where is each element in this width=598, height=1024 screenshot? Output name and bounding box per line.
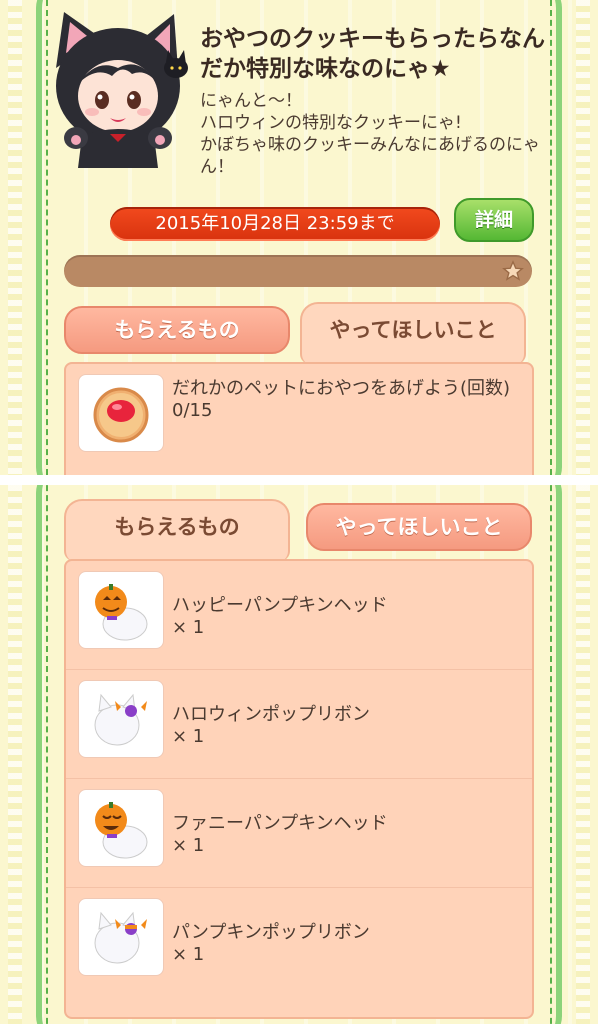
reward-name: ファニーパンプキンヘッド	[172, 813, 388, 834]
deadline-badge: 2015年10月28日 23:59まで	[110, 207, 440, 241]
bottom-tab-bar: もらえるもの やってほしいこと	[64, 499, 534, 561]
reward-thumbnail	[78, 571, 164, 649]
tab-tasks[interactable]: やってほしいこと	[306, 503, 532, 551]
task-list: だれかのペットにおやつをあげよう(回数) 0/15	[64, 362, 534, 475]
reward-name: パンプキンポップリボン	[172, 922, 370, 943]
side-stripe-left	[8, 485, 22, 1024]
reward-list: ハッピーパンプキンヘッド × 1 ハロウィンポップリボン × 1 ファニーパンプ…	[64, 559, 534, 1019]
tab-rewards[interactable]: もらえるもの	[64, 306, 290, 354]
cat-girl-character-icon	[56, 12, 188, 168]
task-description: だれかのペットにおやつをあげよう(回数) 0/15	[172, 378, 522, 422]
list-item: ハッピーパンプキンヘッド × 1	[66, 561, 532, 670]
side-stripe-left	[8, 0, 22, 475]
reward-name: ハロウィンポップリボン	[172, 704, 370, 725]
event-detail-panel-tasks: おやつのクッキーもらったらなんだか特別な味なのにゃ★ にゃんと〜！ ハロウィンの…	[0, 0, 598, 475]
task-text: だれかのペットにおやつをあげよう(回数)	[172, 378, 511, 399]
tab-tasks[interactable]: やってほしいこと	[300, 302, 526, 364]
star-icon	[502, 260, 524, 281]
details-button[interactable]: 詳細	[454, 198, 534, 242]
pumpkin-head-cat-icon	[95, 802, 148, 859]
reward-thumbnail	[78, 680, 164, 758]
reward-qty: × 1	[172, 726, 205, 747]
ribbon-cat-icon	[94, 911, 147, 964]
pumpkin-head-cat-icon	[95, 584, 148, 641]
list-item: ハロウィンポップリボン × 1	[66, 670, 532, 779]
event-progress-bar	[64, 255, 532, 287]
ribbon-cat-icon	[94, 693, 147, 746]
list-item: パンプキンポップリボン × 1	[66, 888, 532, 996]
top-tab-bar: もらえるもの やってほしいこと	[64, 302, 534, 364]
side-stripe-right	[576, 485, 590, 1024]
reward-thumbnail	[78, 789, 164, 867]
jam-cookie-icon	[93, 387, 149, 443]
side-stripe-right	[576, 0, 590, 475]
task-item: だれかのペットにおやつをあげよう(回数) 0/15	[66, 364, 532, 472]
task-thumbnail	[78, 374, 164, 452]
reward-qty: × 1	[172, 617, 205, 638]
task-progress: 0/15	[172, 400, 213, 421]
tab-rewards[interactable]: もらえるもの	[64, 499, 290, 561]
event-detail-panel-rewards: もらえるもの やってほしいこと ハッピーパンプキンヘッド × 1 ハロウィンポッ…	[0, 485, 598, 1024]
event-title: おやつのクッキーもらったらなんだか特別な味なのにゃ★	[200, 26, 545, 82]
event-description: にゃんと〜！ ハロウィンの特別なクッキーにゃ! かぼちゃ味のクッキーみんなにあげ…	[200, 91, 540, 177]
reward-qty: × 1	[172, 944, 205, 965]
reward-name: ハッピーパンプキンヘッド	[172, 595, 388, 616]
reward-qty: × 1	[172, 835, 205, 856]
list-item: ファニーパンプキンヘッド × 1	[66, 779, 532, 888]
reward-thumbnail	[78, 898, 164, 976]
